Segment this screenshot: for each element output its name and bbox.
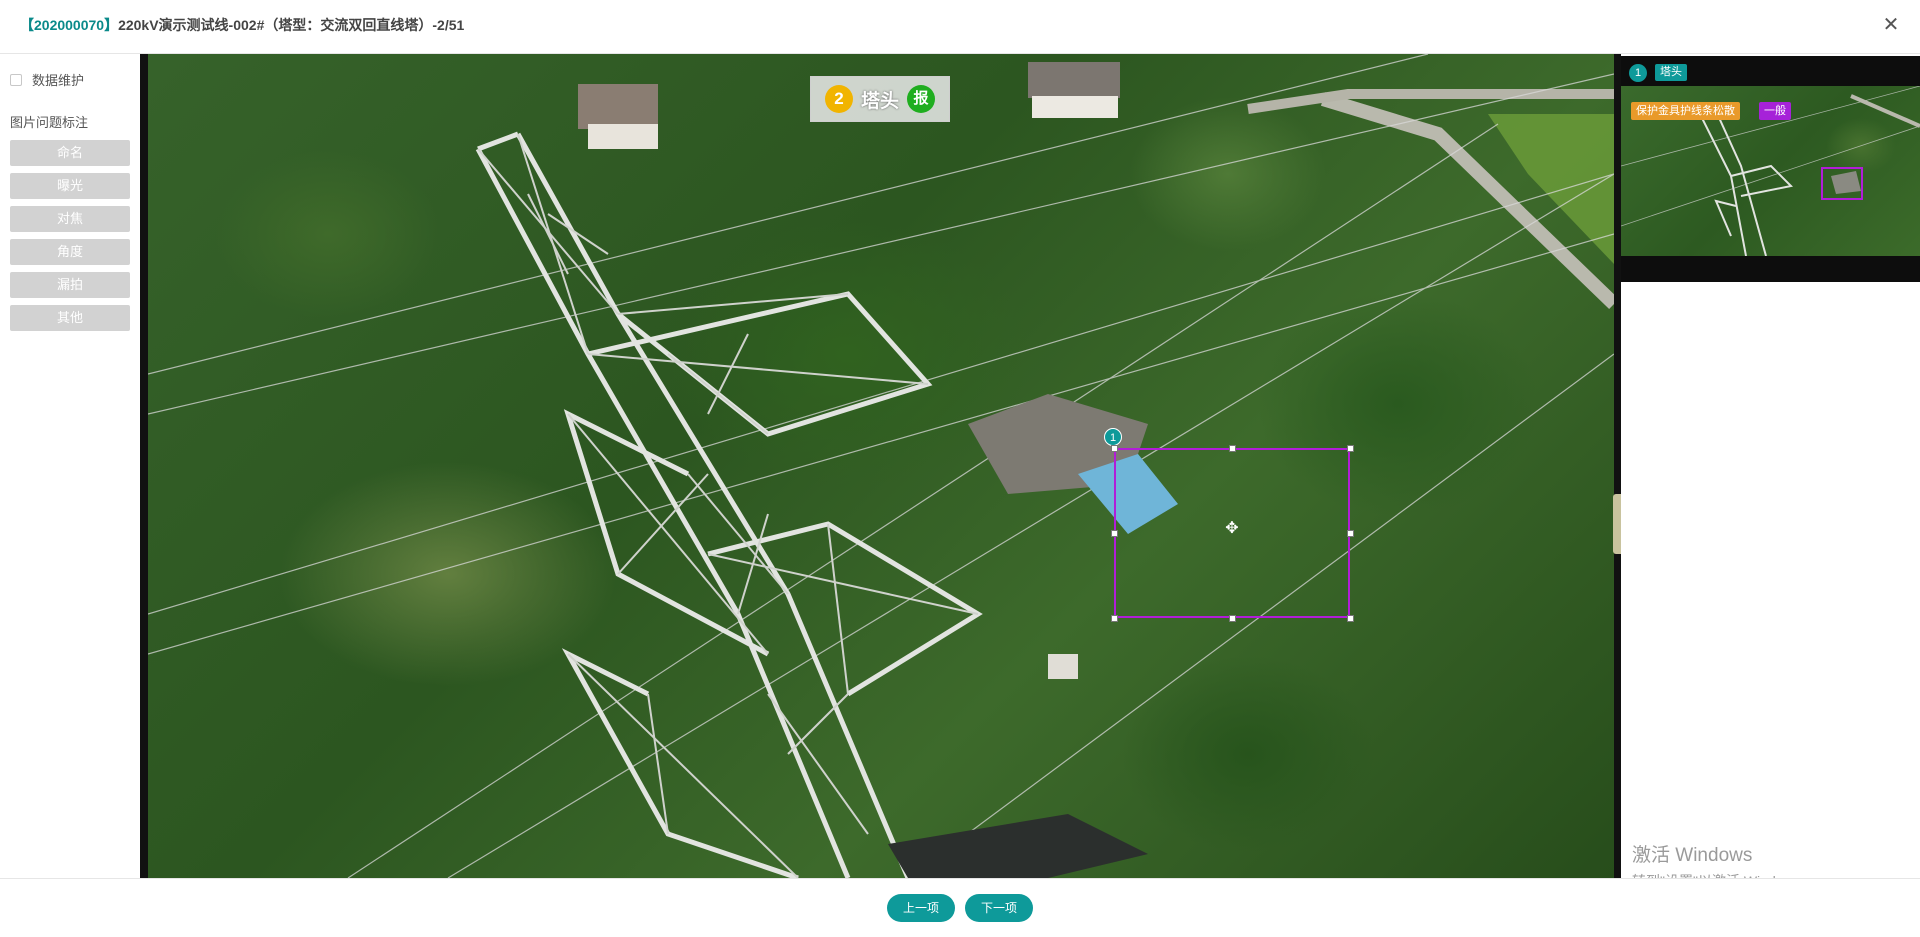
report-badge[interactable]: 报 xyxy=(907,85,935,113)
image-viewer[interactable]: 2 塔头 报 1 ✥ xyxy=(140,54,1621,878)
issue-button-missed[interactable]: 漏拍 xyxy=(10,272,130,298)
part-label: 塔头 xyxy=(860,90,899,112)
resize-handle-e[interactable] xyxy=(1347,530,1354,537)
issue-button-angle[interactable]: 角度 xyxy=(10,239,130,265)
issue-button-exposure[interactable]: 曝光 xyxy=(10,173,130,199)
data-maintenance-checkbox[interactable]: 数据维护 xyxy=(10,70,84,89)
side-drag-handle[interactable] xyxy=(1613,494,1621,554)
issue-section-title: 图片问题标注 xyxy=(10,115,89,130)
power-lines xyxy=(148,54,1614,878)
house-wall xyxy=(1032,96,1118,118)
watermark-line1: 激活 Windows xyxy=(1632,845,1753,866)
dialog-footer: 上一项 下一项 xyxy=(0,878,1920,937)
aerial-scene xyxy=(148,54,1614,878)
annotation-number: 1 xyxy=(1104,428,1122,446)
house-roof xyxy=(578,84,658,129)
resize-handle-n[interactable] xyxy=(1229,445,1236,452)
close-icon[interactable]: ✕ xyxy=(1880,14,1902,36)
issue-button-naming[interactable]: 命名 xyxy=(10,140,130,166)
resize-handle-nw[interactable] xyxy=(1111,445,1118,452)
small-shed xyxy=(1048,654,1078,679)
next-button[interactable]: 下一项 xyxy=(965,894,1033,922)
resize-handle-s[interactable] xyxy=(1229,615,1236,622)
issue-button-other[interactable]: 其他 xyxy=(10,305,130,331)
tower-title: 220kV演示测试线-002#（塔型：交流双回直线塔）-2/51 xyxy=(118,17,465,33)
left-sidebar: 数据维护 图片问题标注 命名 曝光 对焦 角度 漏拍 其他 xyxy=(0,54,140,878)
house-roof xyxy=(1028,62,1120,98)
move-icon[interactable]: ✥ xyxy=(1223,520,1241,538)
thumbnail-annotation-box xyxy=(1821,167,1863,200)
tower-code: 【202000070】 xyxy=(20,17,119,33)
aerial-photo xyxy=(148,54,1614,878)
dialog-header: 【202000070】220kV演示测试线-002#（塔型：交流双回直线塔）-2… xyxy=(0,0,1920,54)
previous-button[interactable]: 上一项 xyxy=(887,894,955,922)
resize-handle-sw[interactable] xyxy=(1111,615,1118,622)
dialog-title: 【202000070】220kV演示测试线-002#（塔型：交流双回直线塔）-2… xyxy=(20,15,464,35)
resize-handle-ne[interactable] xyxy=(1347,445,1354,452)
tower-bracing xyxy=(477,133,979,878)
issue-button-focus[interactable]: 对焦 xyxy=(10,206,130,232)
ground-patch xyxy=(888,814,1148,878)
checkbox-box[interactable] xyxy=(10,73,22,86)
resize-handle-se[interactable] xyxy=(1347,615,1354,622)
house-wall xyxy=(588,124,658,149)
part-number-badge: 2 xyxy=(824,85,853,113)
right-panel: 1 塔头 保护金具护线条松散 一般 xyxy=(1621,54,1920,878)
data-maintenance-label: 数据维护 xyxy=(32,73,85,88)
thumbnail-number: 1 xyxy=(1629,64,1647,82)
defect-tag: 保护金具护线条松散 xyxy=(1631,102,1740,120)
part-badge: 2 塔头 报 xyxy=(810,76,950,122)
issue-button-list: 命名 曝光 对焦 角度 漏拍 其他 xyxy=(10,140,130,338)
resize-handle-w[interactable] xyxy=(1111,530,1118,537)
annotation-thumbnail[interactable]: 1 塔头 保护金具护线条松散 一般 xyxy=(1621,56,1920,282)
thumbnail-part-tag: 塔头 xyxy=(1655,64,1687,81)
road xyxy=(1247,89,1614,114)
severity-tag: 一般 xyxy=(1759,102,1791,120)
